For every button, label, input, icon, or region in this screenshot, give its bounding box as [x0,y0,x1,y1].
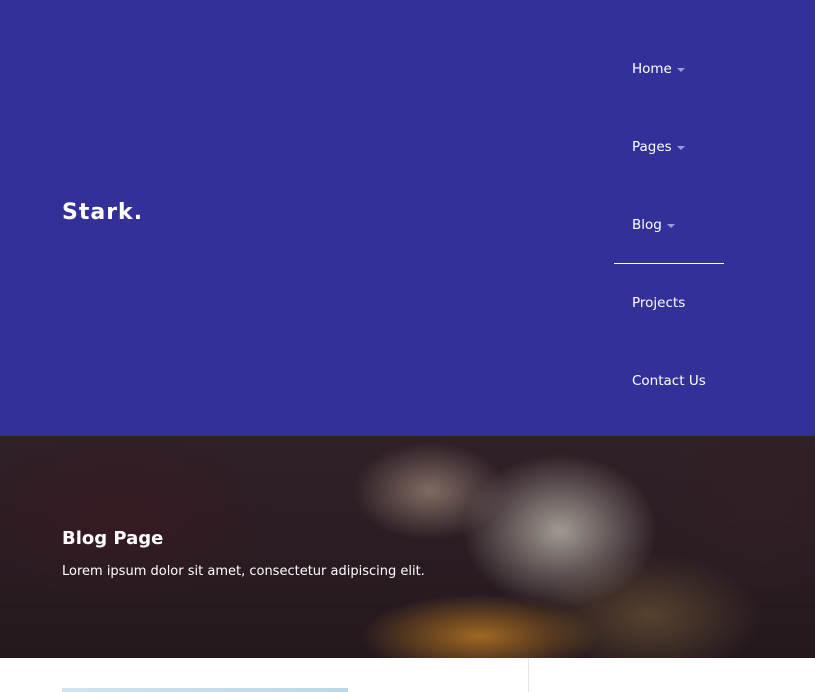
nav-item-label: Home [632,61,672,77]
nav-item-label: Projects [632,295,686,311]
caret-down-icon [666,223,675,228]
page-title: Blog Page [62,528,164,549]
nav-item-label: Contact Us [632,373,706,389]
nav-item-contact-us[interactable]: Contact Us [614,342,724,420]
page-hero-banner: Blog Page Lorem ipsum dolor sit amet, co… [0,436,815,658]
site-logo[interactable]: Stark. [62,200,143,225]
main-navigation: Home Pages Blog Projects Contact Us [614,30,724,420]
main-content [0,658,815,692]
post-featured-image[interactable] [62,688,348,692]
nav-item-home[interactable]: Home [614,30,724,108]
site-header: Stark. Home Pages Blog Projects Contact … [0,0,815,436]
nav-item-label: Pages [632,139,672,155]
nav-item-blog[interactable]: Blog [614,186,724,264]
caret-down-icon [676,68,685,72]
caret-down-icon [676,146,685,150]
page-subtitle: Lorem ipsum dolor sit amet, consectetur … [62,564,425,579]
nav-item-label: Blog [632,216,662,233]
sidebar-divider [528,658,529,692]
nav-item-pages[interactable]: Pages [614,108,724,186]
nav-item-projects[interactable]: Projects [614,264,724,342]
